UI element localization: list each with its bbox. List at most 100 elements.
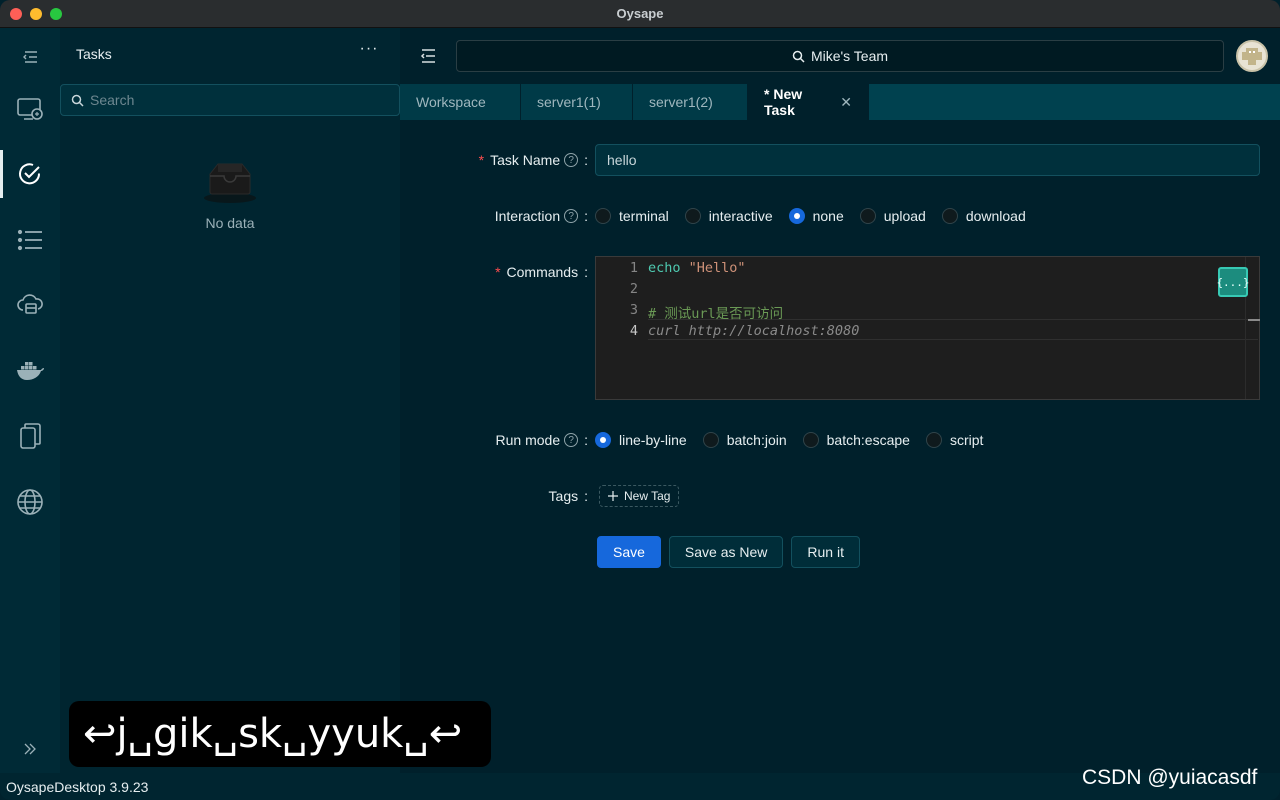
empty-state: No data bbox=[60, 158, 400, 231]
sidebar-item-tasks[interactable] bbox=[0, 150, 60, 198]
sidebar-item-web[interactable] bbox=[0, 478, 60, 526]
radio-batch-escape[interactable]: batch:escape bbox=[802, 432, 910, 448]
task-name-input[interactable]: hello bbox=[595, 144, 1260, 176]
search-input[interactable] bbox=[90, 92, 370, 108]
run-mode-radio-group: line-by-line batch:join batch:escape scr… bbox=[595, 429, 999, 451]
radio-dot bbox=[595, 208, 611, 224]
tab-label: * New Task bbox=[764, 86, 803, 118]
radio-download[interactable]: download bbox=[941, 208, 1026, 224]
radio-dot bbox=[684, 208, 701, 224]
tab-workspace[interactable]: Workspace bbox=[400, 84, 521, 120]
radio-none[interactable]: none bbox=[788, 208, 844, 224]
save-as-new-button[interactable]: Save as New bbox=[668, 536, 784, 568]
search-icon bbox=[71, 94, 84, 107]
search-box[interactable] bbox=[60, 84, 400, 116]
list-collapse-icon bbox=[23, 51, 37, 63]
radio-terminal[interactable]: terminal bbox=[595, 208, 669, 224]
help-icon[interactable]: ? bbox=[564, 433, 579, 447]
tags-label-text: Tags bbox=[548, 488, 579, 504]
radio-label: batch:escape bbox=[826, 432, 910, 448]
help-icon[interactable]: ? bbox=[564, 153, 579, 167]
tab-new-task[interactable]: * New Task ✕ bbox=[748, 84, 869, 120]
screen-icon bbox=[17, 98, 43, 120]
app-version: OysapeDesktop 3.9.23 bbox=[6, 778, 149, 795]
toggle-panel-button[interactable] bbox=[416, 44, 440, 68]
tab-server1-2[interactable]: server1(2) bbox=[633, 84, 748, 120]
keystroke-overlay: ↩j␣gik␣sk␣yyuk␣↩ bbox=[69, 701, 491, 767]
form-actions: Save Save as New Run it bbox=[597, 536, 860, 568]
empty-inbox-icon bbox=[204, 163, 256, 203]
radio-label: batch:join bbox=[726, 432, 787, 448]
task-name-value: hello bbox=[607, 152, 637, 168]
code-editor[interactable]: 1 echo "Hello" 2 3 # 测试url是否可访问 4 curl h… bbox=[595, 256, 1260, 400]
save-button[interactable]: Save bbox=[597, 536, 661, 568]
close-icon[interactable]: ✕ bbox=[840, 94, 852, 111]
tab-server1-1[interactable]: server1(1) bbox=[521, 84, 633, 120]
radio-dot bbox=[925, 432, 942, 448]
team-search-button[interactable]: Mike's Team bbox=[456, 40, 1224, 72]
radio-line-by-line[interactable]: line-by-line bbox=[595, 432, 687, 448]
scrollbar-thumb[interactable] bbox=[1248, 319, 1260, 321]
radio-batch-join[interactable]: batch:join bbox=[702, 432, 787, 448]
tasks-panel: Tasks ··· No data bbox=[60, 28, 400, 773]
code-token-command: echo bbox=[648, 260, 681, 276]
sidebar-item-cloud[interactable] bbox=[0, 280, 60, 328]
code-line-1: echo "Hello" bbox=[648, 260, 746, 276]
new-tag-label: New Tag bbox=[624, 489, 671, 503]
avatar-icon bbox=[1242, 48, 1262, 65]
label-colon: : bbox=[584, 152, 588, 168]
list-collapse-icon bbox=[420, 49, 435, 63]
run-mode-label-text: Run mode bbox=[495, 432, 561, 448]
sidebar-item-docker[interactable] bbox=[0, 346, 60, 394]
list-icon bbox=[17, 229, 42, 251]
tab-bar: Workspace server1(1) server1(2) * New Ta… bbox=[400, 84, 1280, 120]
code-line-4: curl http://localhost:8080 bbox=[648, 323, 860, 339]
sidebar-item-files[interactable] bbox=[0, 412, 60, 460]
code-token-string: "Hello" bbox=[680, 260, 746, 276]
watermark: CSDN @yuiacasdf bbox=[1082, 766, 1258, 789]
commands-label: * Commands: bbox=[495, 264, 588, 280]
expand-button[interactable] bbox=[0, 725, 60, 773]
tags-label: Tags: bbox=[549, 488, 588, 504]
radio-label: interactive bbox=[708, 208, 773, 224]
required-mark: * bbox=[478, 152, 485, 168]
more-options-button[interactable]: ··· bbox=[358, 40, 380, 62]
interaction-label-text: Interaction bbox=[494, 208, 561, 224]
radio-label: script bbox=[949, 432, 984, 448]
code-line-3: # 测试url是否可访问 bbox=[648, 306, 784, 322]
radio-label: none bbox=[812, 208, 844, 224]
label-colon: : bbox=[584, 208, 588, 224]
cloud-server-icon bbox=[17, 294, 43, 314]
radio-label: terminal bbox=[619, 208, 669, 224]
tasks-title: Tasks bbox=[76, 46, 112, 62]
window-title: Oysape bbox=[616, 6, 664, 21]
line-number: 3 bbox=[629, 302, 638, 318]
radio-upload[interactable]: upload bbox=[859, 208, 926, 224]
run-button[interactable]: Run it bbox=[791, 536, 860, 568]
format-code-button[interactable]: {...} bbox=[1216, 267, 1250, 297]
title-bar: Oysape bbox=[0, 0, 1280, 28]
collapse-sidebar-button[interactable] bbox=[0, 33, 60, 81]
close-window-button[interactable] bbox=[10, 8, 22, 20]
line-number: 4 bbox=[629, 323, 638, 339]
app-window: Oysape Tasks ··· Search No data Mike's T… bbox=[0, 0, 1280, 800]
radio-label: download bbox=[965, 208, 1026, 224]
radio-dot bbox=[941, 208, 958, 224]
task-name-label-text: Task Name bbox=[490, 152, 561, 168]
new-tag-button[interactable]: New Tag bbox=[599, 485, 680, 507]
avatar[interactable] bbox=[1236, 40, 1268, 72]
radio-dot bbox=[802, 432, 819, 448]
line-number: 1 bbox=[629, 260, 638, 276]
radio-interactive[interactable]: interactive bbox=[684, 208, 773, 224]
radio-dot bbox=[702, 432, 719, 448]
required-mark: * bbox=[495, 264, 501, 280]
help-icon[interactable]: ? bbox=[564, 209, 579, 223]
sidebar-item-pipelines[interactable] bbox=[0, 216, 60, 264]
maximize-window-button[interactable] bbox=[50, 8, 62, 20]
window-controls bbox=[10, 8, 62, 20]
globe-icon bbox=[17, 489, 43, 515]
minimize-window-button[interactable] bbox=[30, 8, 42, 20]
sidebar-item-servers[interactable] bbox=[0, 85, 60, 133]
radio-script[interactable]: script bbox=[925, 432, 984, 448]
plus-icon bbox=[608, 491, 618, 501]
